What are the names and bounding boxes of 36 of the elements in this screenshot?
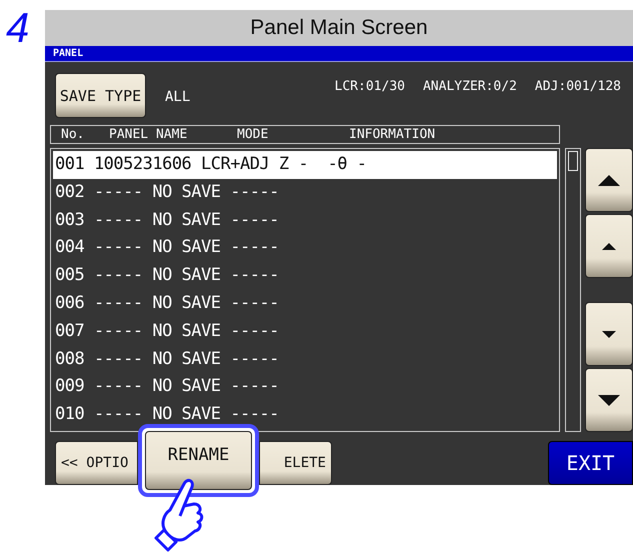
down-button[interactable] [585,302,633,366]
triangle-down-icon [598,394,620,406]
page-down-button[interactable] [585,368,633,432]
panel-row[interactable]: 002 ----- NO SAVE ----- [53,178,557,207]
window-title: PANEL [53,48,84,59]
column-heading: MODE [237,127,270,142]
count-text: ANALYZER:0/2 [422,79,517,94]
delete-button[interactable]: ELETE [259,441,332,485]
option-button[interactable]: << OPTIO [55,441,138,485]
count-text: LCR:01/30 [334,79,405,94]
save-type-button[interactable]: SAVE TYPE [55,73,146,118]
panel-row[interactable]: 009 ----- NO SAVE ----- [53,373,557,402]
panel-row[interactable]: 001 1005231606 LCR+ADJ Z - -θ - [53,151,557,179]
column-heading: PANEL NAME [109,127,188,142]
rename-button[interactable]: RENAME [145,431,252,490]
triangle-up-icon [598,174,620,186]
page-up-button[interactable] [585,148,633,212]
panel-row[interactable]: 006 ----- NO SAVE ----- [53,290,557,318]
panel-row[interactable]: 010 ----- NO SAVE ----- [53,401,557,429]
up-button[interactable] [585,214,633,278]
column-heading: INFORMATION [349,127,436,142]
count-text: ADJ:001/128 [534,79,621,94]
panel-row[interactable]: 008 ----- NO SAVE ----- [53,346,557,374]
panel-row[interactable]: 005 ----- NO SAVE ----- [53,262,557,290]
column-heading: No. [61,127,86,142]
triangle-up-icon [602,242,616,250]
panel-row[interactable]: 004 ----- NO SAVE ----- [53,234,557,262]
exit-button[interactable]: EXIT [548,441,633,485]
scrollbar[interactable] [565,148,581,432]
panel-row[interactable]: 003 ----- NO SAVE ----- [53,206,557,234]
screen-title: Panel Main Screen [250,16,428,40]
step-number: 4 [5,10,30,53]
triangle-down-icon [602,330,616,338]
scroll-thumb[interactable] [568,151,578,171]
save-type-value: ALL [165,89,190,105]
panel-row[interactable]: 007 ----- NO SAVE ----- [53,318,557,346]
